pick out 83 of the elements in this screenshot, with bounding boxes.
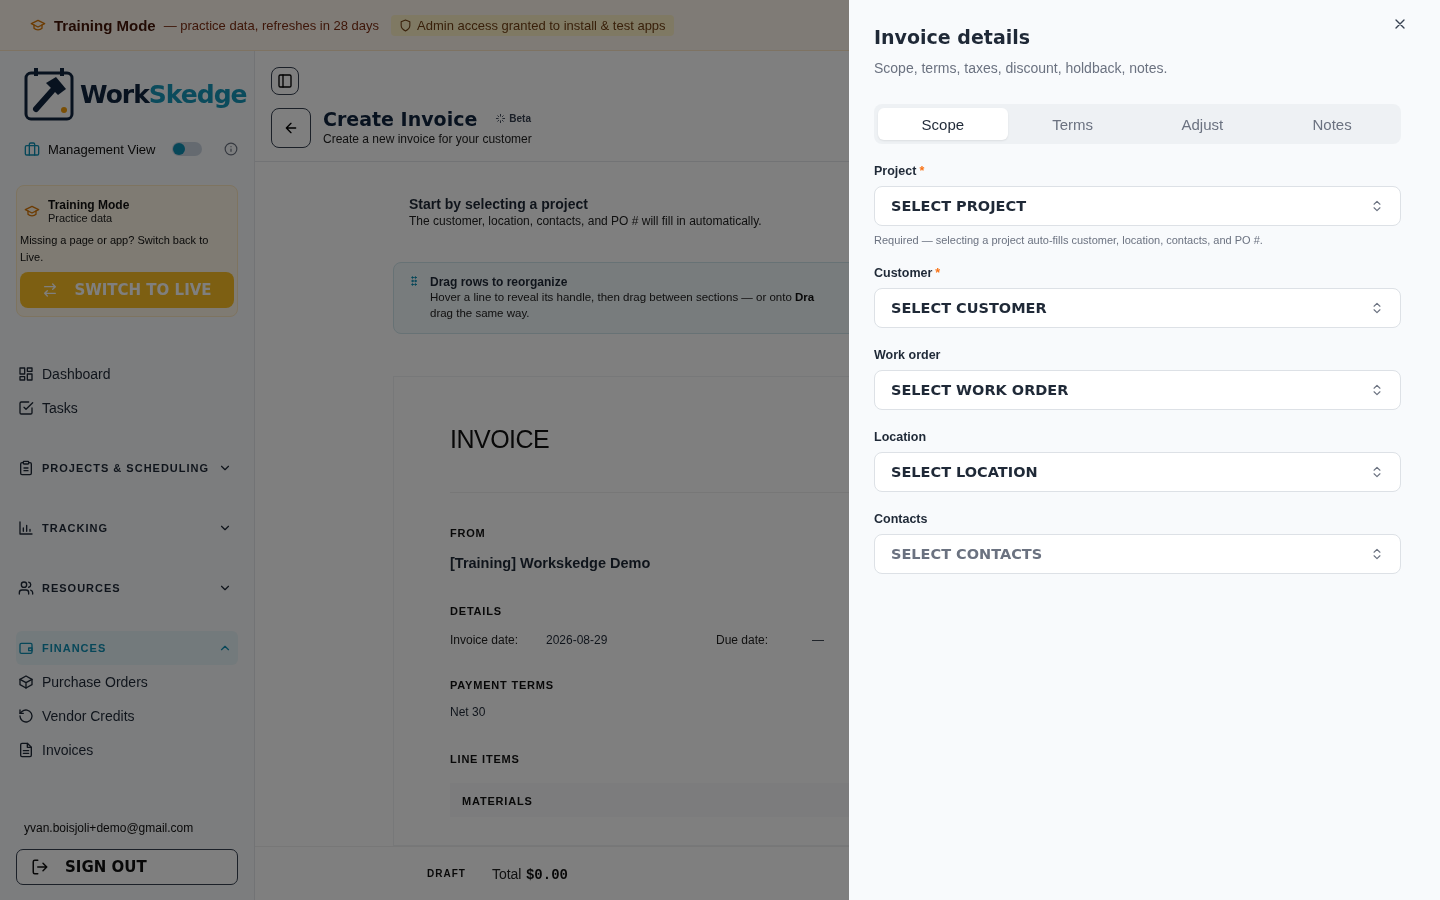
status-label: DRAFT bbox=[427, 868, 466, 880]
graduation-cap-icon bbox=[24, 203, 40, 219]
nav-icon bbox=[18, 674, 34, 690]
page-subtitle: Create a new invoice for your customer bbox=[323, 131, 532, 146]
nav-icon bbox=[18, 400, 34, 416]
group-label: MATERIALS bbox=[462, 794, 533, 807]
section-label: LINE ITEMS bbox=[450, 752, 520, 765]
nav-icon bbox=[18, 366, 34, 382]
card-title: Training Mode bbox=[48, 198, 130, 212]
company-name: [Training] Workskedge Demo bbox=[450, 554, 651, 571]
graduation-cap-icon bbox=[30, 17, 46, 33]
nav-icon bbox=[18, 742, 34, 758]
nav-link[interactable]: Vendor Credits bbox=[16, 699, 238, 733]
notice-text: drag the same way. bbox=[430, 305, 530, 321]
intro-text: The customer, location, contacts, and PO # will fill in automatically. bbox=[409, 213, 762, 228]
sidebar-toggle-button[interactable] bbox=[271, 67, 299, 95]
total-label: Total bbox=[491, 865, 522, 882]
section-icon bbox=[18, 640, 34, 656]
section-icon bbox=[18, 460, 34, 476]
intro-title: Start by selecting a project bbox=[409, 195, 588, 212]
drawer-subtitle: Scope, terms, taxes, discount, holdback, notes. bbox=[874, 60, 1169, 76]
training-mode-title: Training Mode bbox=[54, 16, 156, 34]
tab[interactable]: Terms bbox=[1007, 108, 1138, 140]
tab[interactable]: Scope bbox=[878, 108, 1008, 140]
toggle-switch[interactable] bbox=[172, 142, 202, 156]
back-button[interactable] bbox=[271, 107, 311, 148]
beta-label: Beta bbox=[509, 113, 531, 125]
shield-icon bbox=[399, 18, 412, 32]
section-icon bbox=[18, 520, 34, 536]
card-subtitle: Practice data bbox=[48, 212, 114, 224]
notice-title: Drag rows to reorganize bbox=[430, 274, 568, 289]
nav-section[interactable]: FINANCES bbox=[16, 631, 238, 665]
required-mark: * bbox=[935, 266, 941, 280]
page-title: Create Invoice bbox=[323, 107, 478, 130]
total-value: $0.00 bbox=[525, 866, 568, 883]
tab[interactable]: Notes bbox=[1267, 108, 1397, 140]
nav-section[interactable]: PROJECTS & SCHEDULING bbox=[16, 451, 238, 485]
drawer-title: Invoice details bbox=[874, 26, 1032, 48]
nav-link[interactable]: Purchase Orders bbox=[16, 665, 238, 699]
select-field[interactable]: SELECT PROJECT bbox=[874, 186, 1401, 226]
card-message: Missing a page or app? Switch back to Live. bbox=[20, 233, 210, 265]
briefcase-icon bbox=[24, 141, 40, 157]
training-note: — practice data, refreshes in 28 days bbox=[163, 17, 379, 33]
helper-text: Required — selecting a project auto-fills customer, location, contacts, and PO #. bbox=[874, 234, 1264, 246]
payment-terms: Net 30 bbox=[450, 704, 486, 719]
nav-section[interactable]: TRACKING bbox=[16, 511, 238, 545]
swap-icon bbox=[42, 282, 59, 298]
section-icon bbox=[18, 580, 34, 596]
user-email: yvan.boisjoli+demo@gmail.com bbox=[23, 821, 195, 835]
detail-label: Invoice date: bbox=[450, 632, 520, 647]
logo-icon bbox=[24, 67, 76, 121]
select-field[interactable]: SELECT LOCATION bbox=[874, 452, 1401, 492]
nav-link[interactable]: Tasks bbox=[16, 391, 238, 425]
required-mark: * bbox=[919, 164, 925, 178]
field-label: Location bbox=[874, 430, 927, 444]
info-icon[interactable] bbox=[224, 142, 238, 156]
select-field[interactable]: SELECT WORK ORDER bbox=[874, 370, 1401, 410]
field-label: Customer bbox=[874, 266, 933, 280]
nav-link[interactable]: Dashboard bbox=[16, 357, 238, 391]
section-label: FROM bbox=[450, 526, 486, 539]
logo-text: WorkSkedge bbox=[80, 79, 247, 109]
detail-label: Due date: bbox=[716, 632, 770, 647]
field-label: Contacts bbox=[874, 512, 928, 526]
detail-value: — bbox=[812, 632, 825, 647]
field-label: Project bbox=[874, 164, 917, 178]
detail-value: 2026-08-29 bbox=[546, 632, 609, 647]
notice-text: Hover a line to reveal its handle, then drag between sections — or onto Dra bbox=[430, 289, 815, 305]
section-label: PAYMENT TERMS bbox=[450, 678, 554, 691]
sparkle-icon bbox=[495, 113, 507, 125]
sign-out-button[interactable]: SIGN OUT bbox=[16, 849, 238, 885]
select-field[interactable]: SELECT CUSTOMER bbox=[874, 288, 1401, 328]
field-label: Work order bbox=[874, 348, 941, 362]
nav-icon bbox=[18, 708, 34, 724]
select-field[interactable]: SELECT CONTACTS bbox=[874, 534, 1401, 574]
tab[interactable]: Adjust bbox=[1137, 108, 1268, 140]
nav-section[interactable]: RESOURCES bbox=[16, 571, 238, 605]
drag-handle-icon bbox=[408, 274, 420, 287]
toggle-label: Management View bbox=[48, 141, 157, 157]
admin-access-note: Admin access granted to install & test apps bbox=[417, 17, 666, 33]
sidebar-toggle-icon bbox=[277, 73, 293, 89]
section-label: DETAILS bbox=[450, 604, 502, 617]
nav-link[interactable]: Invoices bbox=[16, 733, 238, 767]
sign-out-icon bbox=[31, 858, 49, 876]
